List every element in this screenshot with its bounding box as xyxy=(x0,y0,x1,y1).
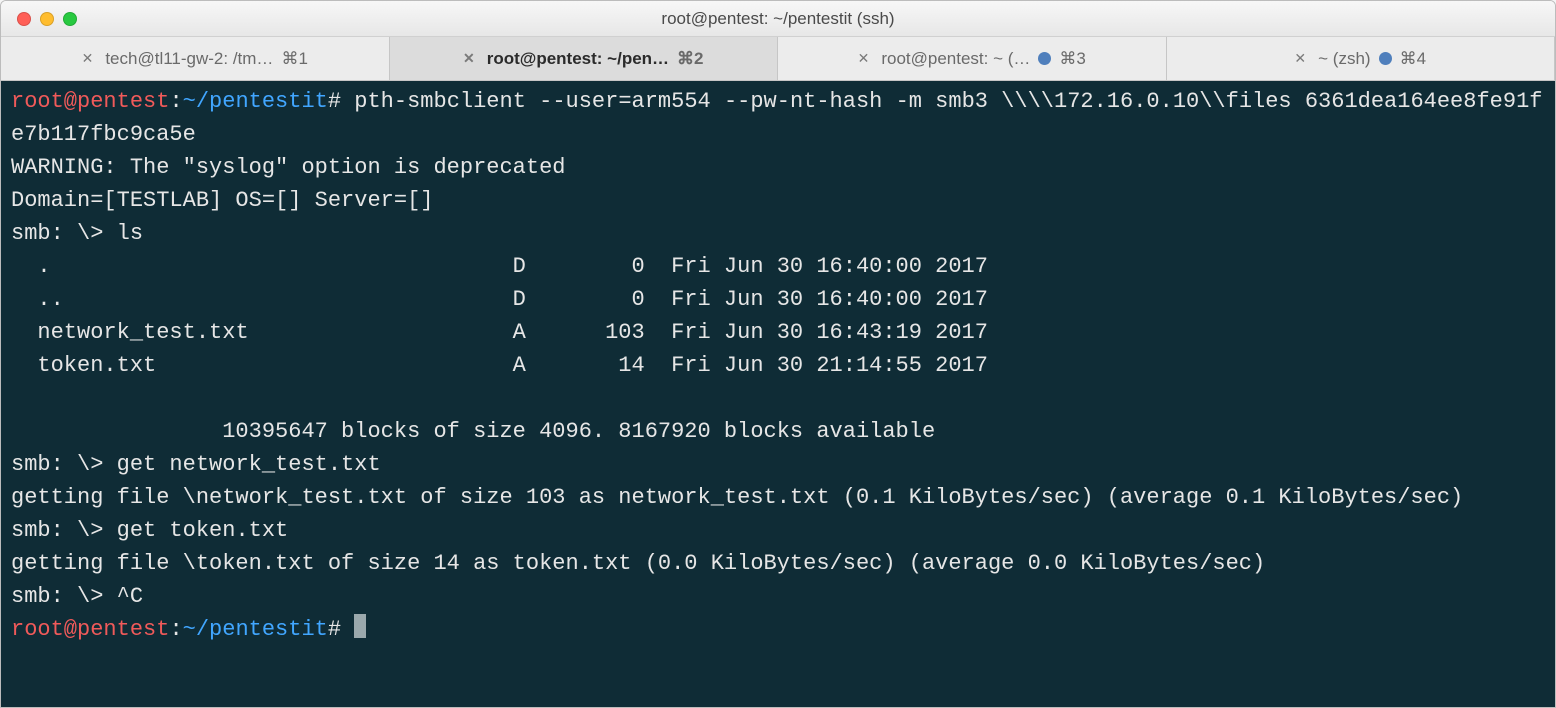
close-icon[interactable]: ✕ xyxy=(82,50,94,67)
prompt-separator: : xyxy=(169,89,182,114)
smb-prompt: smb: \> xyxy=(11,518,117,543)
output-line: getting file \token.txt of size 14 as to… xyxy=(11,551,1265,576)
output-line: WARNING: The "syslog" option is deprecat… xyxy=(11,155,566,180)
tab-shortcut: ⌘4 xyxy=(1400,49,1426,69)
prompt-hash: # xyxy=(328,89,341,114)
tab-3[interactable]: ✕ root@pentest: ~ (… ⌘3 xyxy=(778,37,1167,80)
tab-bar: ✕ tech@tl11-gw-2: /tm… ⌘1 ✕ root@pentest… xyxy=(1,37,1555,81)
tab-label: root@pentest: ~/pen… xyxy=(487,49,669,69)
command-line: ls xyxy=(117,221,143,246)
output-line: 10395647 blocks of size 4096. 8167920 bl… xyxy=(11,419,935,444)
command-line: get network_test.txt xyxy=(117,452,381,477)
prompt-user: root@pentest xyxy=(11,617,169,642)
tab-label: root@pentest: ~ (… xyxy=(881,49,1030,69)
output-line: getting file \network_test.txt of size 1… xyxy=(11,485,1463,510)
ls-row: .. D 0 Fri Jun 30 16:40:00 2017 xyxy=(11,287,988,312)
terminal-viewport[interactable]: root@pentest:~/pentestit# pth-smbclient … xyxy=(1,81,1555,707)
modified-indicator-icon xyxy=(1379,52,1392,65)
prompt-path: ~/pentestit xyxy=(183,89,328,114)
ls-row: token.txt A 14 Fri Jun 30 21:14:55 2017 xyxy=(11,353,988,378)
close-icon[interactable]: ✕ xyxy=(463,50,475,67)
prompt-user: root@pentest xyxy=(11,89,169,114)
tab-label: tech@tl11-gw-2: /tm… xyxy=(105,49,273,69)
ls-row: . D 0 Fri Jun 30 16:40:00 2017 xyxy=(11,254,988,279)
smb-prompt: smb: \> xyxy=(11,584,117,609)
command-line: get token.txt xyxy=(117,518,289,543)
close-icon[interactable]: ✕ xyxy=(1294,50,1306,67)
titlebar: root@pentest: ~/pentestit (ssh) xyxy=(1,1,1555,37)
close-icon[interactable]: ✕ xyxy=(858,50,870,67)
tab-1[interactable]: ✕ tech@tl11-gw-2: /tm… ⌘1 xyxy=(1,37,390,80)
ls-row: network_test.txt A 103 Fri Jun 30 16:43:… xyxy=(11,320,988,345)
minimize-window-button[interactable] xyxy=(40,12,54,26)
prompt-path: ~/pentestit xyxy=(183,617,328,642)
smb-prompt: smb: \> xyxy=(11,452,117,477)
fullscreen-window-button[interactable] xyxy=(63,12,77,26)
tab-shortcut: ⌘2 xyxy=(677,49,703,69)
window-title: root@pentest: ~/pentestit (ssh) xyxy=(1,9,1555,29)
smb-prompt: smb: \> xyxy=(11,221,117,246)
tab-shortcut: ⌘3 xyxy=(1059,49,1085,69)
tab-shortcut: ⌘1 xyxy=(281,49,307,69)
prompt-separator: : xyxy=(169,617,182,642)
tab-2[interactable]: ✕ root@pentest: ~/pen… ⌘2 xyxy=(390,37,779,80)
close-window-button[interactable] xyxy=(17,12,31,26)
command-line: ^C xyxy=(117,584,143,609)
tab-4[interactable]: ✕ ~ (zsh) ⌘4 xyxy=(1167,37,1556,80)
traffic-lights xyxy=(1,12,77,26)
output-line: Domain=[TESTLAB] OS=[] Server=[] xyxy=(11,188,433,213)
prompt-hash: # xyxy=(328,617,341,642)
terminal-window: root@pentest: ~/pentestit (ssh) ✕ tech@t… xyxy=(0,0,1556,708)
cursor xyxy=(354,614,366,638)
modified-indicator-icon xyxy=(1038,52,1051,65)
tab-label: ~ (zsh) xyxy=(1318,49,1370,69)
